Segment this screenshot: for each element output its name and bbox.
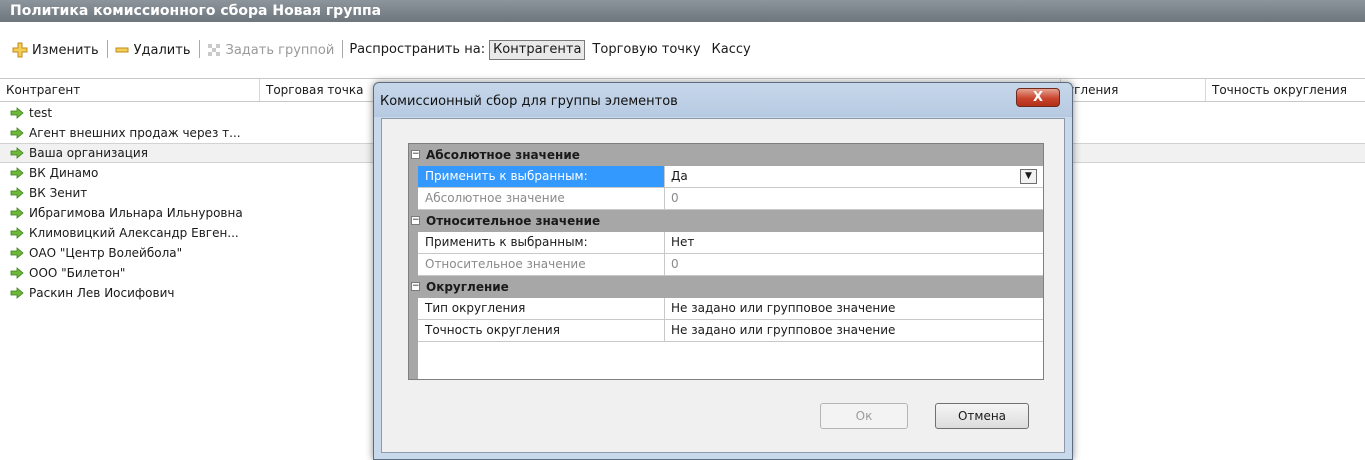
row-label: Ваша организация [29, 146, 148, 160]
property-row[interactable]: Применить к выбранным: Да ▼ [418, 166, 1043, 188]
property-name: Применить к выбранным: [418, 166, 665, 187]
row-label: ВК Зенит [29, 186, 88, 200]
row-label: Раскин Лев Иосифович [29, 286, 175, 300]
property-row[interactable]: Применить к выбранным: Нет [418, 232, 1043, 254]
property-name: Абсолютное значение [418, 188, 665, 209]
arrow-right-icon [10, 127, 24, 139]
row-label: Ибрагимова Ильнара Ильнуровна [29, 206, 243, 220]
property-grid-margin [409, 144, 418, 379]
delete-icon [114, 42, 130, 58]
property-row[interactable]: Тип округления Не задано или групповое з… [418, 298, 1043, 320]
property-value-text: Да [671, 169, 688, 183]
column-rounding-type[interactable]: угления [1060, 79, 1205, 101]
category-label: Абсолютное значение [426, 148, 580, 162]
spread-label: Распространить на: [349, 42, 486, 57]
arrow-right-icon [10, 207, 24, 219]
column-rounding-precision[interactable]: Точность округления [1205, 79, 1365, 101]
spread-option-cashbox[interactable]: Кассу [708, 40, 755, 60]
close-icon: X [1032, 90, 1044, 105]
dialog-body: − Абсолютное значение Применить к выбран… [381, 118, 1065, 453]
row-label: Климовицкий Александр Евген... [29, 226, 239, 240]
property-value: 0 [671, 257, 679, 271]
row-label: ВК Динамо [29, 166, 99, 180]
edit-label: Изменить [32, 42, 99, 58]
toolbar-divider [106, 40, 108, 58]
category-label: Относительное значение [426, 214, 601, 228]
property-value[interactable]: Да ▼ [666, 166, 1043, 187]
arrow-right-icon [10, 247, 24, 259]
spread-option-outlet[interactable]: Торговую точку [588, 40, 704, 60]
group-icon [206, 42, 222, 58]
dropdown-icon[interactable]: ▼ [1020, 169, 1037, 184]
property-grid: − Абсолютное значение Применить к выбран… [408, 143, 1044, 380]
column-counterparty[interactable]: Контрагент [0, 79, 259, 101]
property-name: Применить к выбранным: [418, 232, 665, 253]
collapse-icon[interactable]: − [411, 216, 420, 225]
property-value[interactable]: Нет [666, 232, 1043, 253]
property-row: Абсолютное значение 0 [418, 188, 1043, 210]
arrow-right-icon [10, 287, 24, 299]
arrow-right-icon [10, 147, 24, 159]
ok-button[interactable]: Ок [820, 403, 908, 429]
category-label: Округление [426, 280, 509, 294]
arrow-right-icon [10, 187, 24, 199]
row-label: ОАО "Центр Волейбола" [29, 246, 183, 260]
delete-label: Удалить [133, 42, 191, 58]
group-button[interactable]: Задать группой [206, 40, 335, 60]
category-rounding[interactable]: − Округление [411, 276, 1043, 298]
cancel-button[interactable]: Отмена [935, 403, 1029, 429]
toolbar-divider [198, 40, 200, 58]
property-row: Относительное значение 0 [418, 254, 1043, 276]
add-icon [12, 42, 28, 58]
property-value[interactable]: Не задано или групповое значение [666, 298, 1043, 319]
toolbar-divider [342, 40, 344, 58]
delete-button[interactable]: Удалить [114, 40, 191, 60]
arrow-right-icon [10, 227, 24, 239]
collapse-icon[interactable]: − [411, 282, 420, 291]
property-value[interactable]: Не задано или групповое значение [666, 320, 1043, 341]
property-value: 0 [671, 191, 679, 205]
arrow-right-icon [10, 267, 24, 279]
property-name: Точность округления [418, 320, 665, 341]
group-label: Задать группой [225, 42, 335, 58]
arrow-right-icon [10, 167, 24, 179]
category-relative[interactable]: − Относительное значение [411, 210, 1043, 232]
edit-button[interactable]: Изменить [12, 40, 99, 60]
arrow-right-icon [10, 107, 24, 119]
category-absolute[interactable]: − Абсолютное значение [411, 144, 1043, 166]
spread-option-counterparty[interactable]: Контрагента [489, 40, 586, 60]
row-label: test [29, 106, 53, 120]
dialog-title: Комиссионный сбор для группы элементов [374, 83, 1072, 117]
commission-dialog: Комиссионный сбор для группы элементов X… [373, 82, 1073, 460]
toolbar: Изменить Удалить Задать группой Распрост… [0, 22, 1365, 78]
property-name: Относительное значение [418, 254, 665, 275]
collapse-icon[interactable]: − [411, 150, 420, 159]
property-row[interactable]: Точность округления Не задано или группо… [418, 320, 1043, 342]
row-label: Агент внешних продаж через т... [29, 126, 241, 140]
window-title: Политика комиссионного сбора Новая групп… [0, 0, 1365, 22]
close-button[interactable]: X [1016, 88, 1060, 107]
row-label: ООО "Билетон" [29, 266, 126, 280]
property-name: Тип округления [418, 298, 665, 319]
